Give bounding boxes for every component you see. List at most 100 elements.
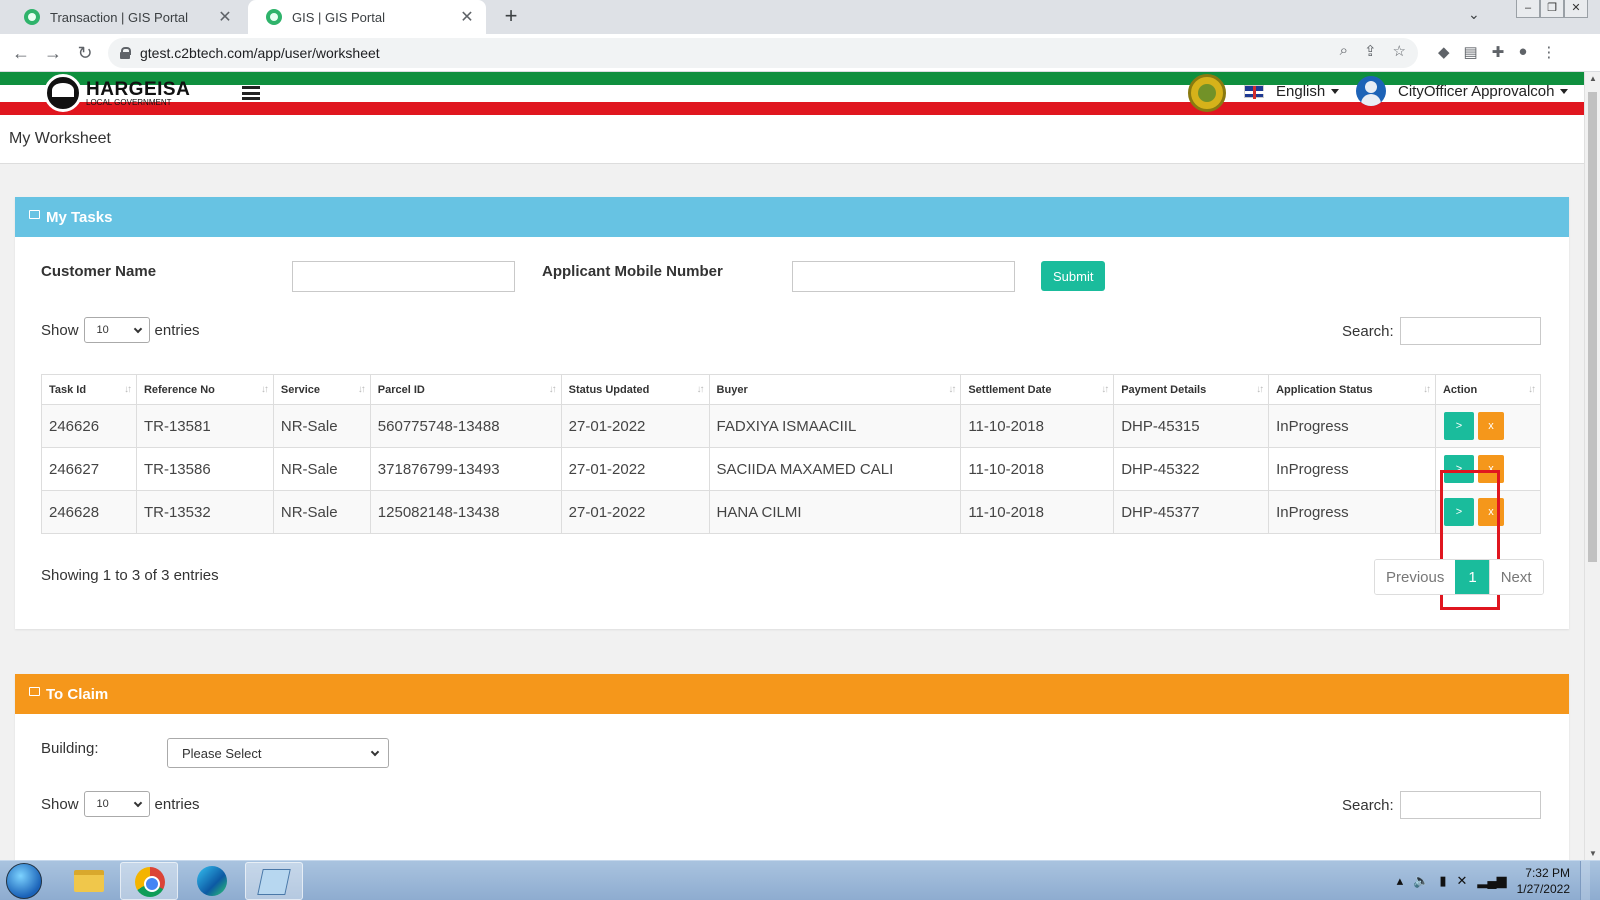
taskbar-clock[interactable]: 7:32 PM 1/27/2022: [1517, 865, 1570, 897]
share-icon[interactable]: ⇪: [1364, 42, 1377, 60]
browser-tab-transaction[interactable]: Transaction | GIS Portal ✕: [6, 0, 244, 34]
search-label: Search:: [1342, 796, 1394, 814]
taskbar-edge[interactable]: [183, 862, 241, 900]
submit-button[interactable]: Submit: [1041, 261, 1106, 291]
proceed-task-button[interactable]: >: [1443, 498, 1474, 526]
puzzle-extensions-icon[interactable]: ✚: [1492, 43, 1505, 61]
language-dropdown[interactable]: English: [1244, 83, 1340, 100]
table-row: 246627 TR-13586 NR-Sale 371876799-13493 …: [41, 447, 1542, 491]
column-header-parcel-id[interactable]: Parcel ID ↓↑: [369, 374, 562, 405]
entries-select[interactable]: 10: [83, 791, 150, 817]
taskbar-notepad[interactable]: [245, 862, 303, 900]
clipboard-extension-icon[interactable]: ▤: [1464, 43, 1478, 61]
proceed-task-button[interactable]: >: [1443, 455, 1474, 483]
tray-expand-icon[interactable]: ▴: [1397, 873, 1404, 889]
column-header-action[interactable]: Action ↓↑: [1434, 374, 1542, 405]
show-desktop-button[interactable]: [1580, 861, 1590, 900]
cell-action: > x: [1434, 404, 1542, 448]
hamburger-menu-icon[interactable]: [242, 86, 260, 100]
tab-search-chevron-icon[interactable]: ⌄: [1468, 6, 1480, 23]
pager-previous-button[interactable]: Previous: [1375, 560, 1456, 594]
bookmark-star-icon[interactable]: ☆: [1393, 42, 1406, 60]
cell-payment-details: DHP-45322: [1113, 447, 1270, 491]
cell-service: NR-Sale: [272, 447, 371, 491]
windows-taskbar: ▴ 🔈 ▮ ✕ ▂▄▆ 7:32 PM 1/27/2022: [0, 860, 1600, 900]
cell-reference-no: TR-13586: [135, 447, 274, 491]
signal-icon[interactable]: ▂▄▆: [1477, 873, 1506, 889]
site-header: HARGEISA LOCAL GOVERNMENT English CityOf…: [0, 72, 1584, 116]
cell-service: NR-Sale: [272, 404, 371, 448]
zoom-icon[interactable]: ⌕: [1340, 42, 1348, 60]
search-label: Search:: [1342, 322, 1394, 340]
back-arrow-icon[interactable]: ←: [10, 42, 32, 64]
customer-name-input[interactable]: [292, 261, 515, 292]
flag-band-green: [0, 72, 1584, 85]
my-tasks-panel: My Tasks Customer Name Applicant Mobile …: [15, 197, 1569, 629]
taskbar-chrome[interactable]: [120, 862, 178, 900]
pagination: Previous 1 Next: [1374, 559, 1544, 595]
pager-page-button[interactable]: 1: [1455, 560, 1490, 594]
volume-icon[interactable]: 🔈: [1413, 873, 1429, 889]
customer-name-label: Customer Name: [41, 263, 157, 280]
cell-parcel-id: 560775748-13488: [369, 404, 562, 448]
page-scrollbar[interactable]: ▲ ▼: [1584, 72, 1600, 860]
close-tab-icon[interactable]: ✕: [216, 7, 234, 27]
table-search-input[interactable]: [1399, 791, 1541, 819]
column-header-payment-details[interactable]: Payment Details ↓↑: [1113, 374, 1270, 405]
browser-tab-gis[interactable]: GIS | GIS Portal ✕: [248, 0, 486, 34]
column-header-reference-no[interactable]: Reference No ↓↑: [135, 374, 274, 405]
scroll-up-icon[interactable]: ▲: [1588, 74, 1598, 83]
sort-icon: ↓↑: [1101, 384, 1109, 395]
shield-extension-icon[interactable]: ◆: [1438, 43, 1450, 61]
mobile-number-label: Applicant Mobile Number: [542, 263, 723, 280]
reload-icon[interactable]: ↻: [74, 42, 96, 64]
column-header-service[interactable]: Service ↓↑: [272, 374, 371, 405]
column-header-status-updated[interactable]: Status Updated ↓↑: [560, 374, 710, 405]
cancel-task-button[interactable]: x: [1477, 498, 1504, 526]
lock-icon[interactable]: [120, 47, 131, 59]
restore-icon[interactable]: ❐: [1540, 0, 1564, 18]
hargeisa-logo[interactable]: HARGEISA LOCAL GOVERNMENT: [44, 73, 190, 113]
minimize-icon[interactable]: –: [1516, 0, 1540, 18]
address-bar[interactable]: gtest.c2btech.com/app/user/worksheet ⌕ ⇪…: [108, 38, 1418, 68]
entries-length-control: Show 10 entries: [41, 791, 200, 817]
flag-band-red: [0, 102, 1584, 115]
taskbar-file-explorer[interactable]: [60, 862, 118, 900]
entries-length-control: Show 10 entries: [41, 317, 200, 343]
cancel-task-button[interactable]: x: [1477, 412, 1504, 440]
scroll-down-icon[interactable]: ▼: [1588, 849, 1598, 858]
user-menu-dropdown[interactable]: CityOfficer Approvalcoh: [1356, 76, 1569, 106]
table-search-input[interactable]: [1399, 317, 1541, 345]
new-tab-icon[interactable]: +: [498, 4, 524, 30]
more-menu-icon[interactable]: ⋮: [1541, 43, 1556, 61]
cell-payment-details: DHP-45315: [1113, 404, 1270, 448]
cell-parcel-id: 371876799-13493: [369, 447, 562, 491]
scroll-thumb[interactable]: [1588, 92, 1597, 562]
table-search-control: Search:: [1342, 317, 1541, 345]
sort-icon: ↓↑: [123, 384, 132, 395]
battery-icon[interactable]: ▮: [1439, 873, 1446, 889]
pager-next-button[interactable]: Next: [1489, 560, 1543, 594]
proceed-task-button[interactable]: >: [1443, 412, 1474, 440]
column-header-application-status[interactable]: Application Status ↓↑: [1268, 374, 1436, 405]
column-header-settlement-date[interactable]: Settlement Date ↓↑: [960, 374, 1115, 405]
network-error-icon[interactable]: ✕: [1456, 873, 1467, 889]
close-window-icon[interactable]: ✕: [1564, 0, 1588, 18]
cell-application-status: InProgress: [1268, 490, 1436, 534]
entries-select[interactable]: 10: [83, 317, 150, 343]
forward-arrow-icon[interactable]: →: [42, 42, 64, 64]
column-header-task-id[interactable]: Task Id ↓↑: [41, 374, 137, 405]
column-header-buyer[interactable]: Buyer ↓↑: [708, 374, 962, 405]
profile-icon[interactable]: ●: [1518, 43, 1527, 61]
cancel-task-button[interactable]: x: [1477, 455, 1504, 483]
cell-service: NR-Sale: [272, 490, 371, 534]
close-tab-icon[interactable]: ✕: [458, 7, 476, 27]
windows-start-icon[interactable]: [6, 863, 42, 899]
gis-favicon-icon: [266, 9, 282, 25]
government-seal-icon: [1188, 74, 1226, 112]
building-select[interactable]: Please Select: [167, 738, 389, 768]
sort-icon: ↓↑: [696, 384, 705, 395]
mobile-number-input[interactable]: [792, 261, 1015, 292]
window-controls: – ❐ ✕: [1516, 0, 1588, 18]
id-card-icon: [29, 209, 40, 219]
